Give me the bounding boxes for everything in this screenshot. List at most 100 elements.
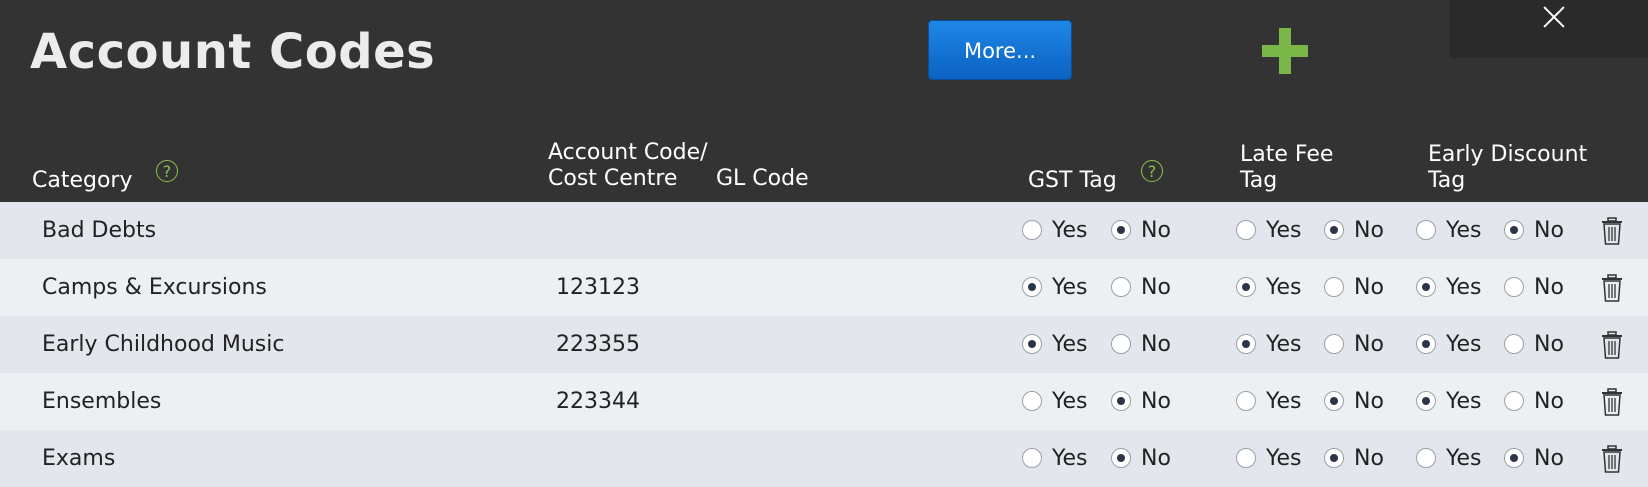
early-discount-header-line1: Early Discount	[1428, 142, 1588, 167]
gst-no-label: No	[1141, 446, 1171, 471]
late-fee-no-label: No	[1354, 446, 1384, 471]
column-header-late-fee: Late Fee Tag	[1240, 142, 1333, 194]
early-discount-no-radio[interactable]	[1504, 448, 1524, 468]
late-fee-yes-label: Yes	[1266, 332, 1302, 357]
trash-icon[interactable]	[1601, 388, 1623, 416]
account-code-cell[interactable]: 223355	[556, 316, 640, 373]
late-fee-no-radio[interactable]	[1324, 277, 1344, 297]
gst-yes-label: Yes	[1052, 275, 1088, 300]
early-discount-no-radio[interactable]	[1504, 220, 1524, 240]
late-fee-header-line1: Late Fee	[1240, 142, 1334, 167]
late-fee-no-radio[interactable]	[1324, 220, 1344, 240]
early-discount-no-label: No	[1534, 218, 1564, 243]
category-header-label: Category	[32, 168, 133, 193]
close-button[interactable]	[1450, 0, 1648, 58]
late-fee-yes-radio[interactable]	[1236, 334, 1256, 354]
early-discount-yes-radio[interactable]	[1416, 448, 1436, 468]
early-discount-yes-radio[interactable]	[1416, 277, 1436, 297]
gst-no-radio[interactable]	[1111, 448, 1131, 468]
early-discount-no-label: No	[1534, 332, 1564, 357]
late-fee-yes-radio[interactable]	[1236, 220, 1256, 240]
column-header-account-code: Account Code/ Cost Centre	[548, 140, 708, 192]
early-discount-yes-label: Yes	[1446, 332, 1482, 357]
late-fee-yes-radio[interactable]	[1236, 277, 1256, 297]
late-fee-yes-radio[interactable]	[1236, 448, 1256, 468]
late-fee-yes-label: Yes	[1266, 446, 1302, 471]
table-row: Ensembles 223344 Yes No Yes No Yes No	[0, 373, 1648, 430]
late-fee-no-radio[interactable]	[1324, 391, 1344, 411]
trash-icon[interactable]	[1601, 217, 1623, 245]
early-discount-yes-label: Yes	[1446, 218, 1482, 243]
late-fee-yes-radio[interactable]	[1236, 391, 1256, 411]
late-fee-yes-label: Yes	[1266, 389, 1302, 414]
early-discount-no-radio[interactable]	[1504, 277, 1524, 297]
early-discount-header-line2: Tag	[1428, 168, 1466, 193]
gst-yes-label: Yes	[1052, 218, 1088, 243]
gst-tag-header-label: GST Tag	[1028, 168, 1117, 193]
gl-code-header-label: GL Code	[716, 166, 809, 191]
account-code-header-line1: Account Code/	[548, 140, 708, 165]
gst-no-radio[interactable]	[1111, 334, 1131, 354]
gst-yes-radio[interactable]	[1022, 391, 1042, 411]
table-row: Camps & Excursions 123123 Yes No Yes No …	[0, 259, 1648, 316]
gst-yes-label: Yes	[1052, 332, 1088, 357]
category-cell: Ensembles	[42, 389, 162, 414]
table-row: Early Childhood Music 223355 Yes No Yes …	[0, 316, 1648, 373]
early-discount-yes-label: Yes	[1446, 275, 1482, 300]
page-title: Account Codes	[30, 24, 436, 80]
category-cell: Camps & Excursions	[42, 275, 267, 300]
help-icon[interactable]: ?	[1141, 160, 1163, 182]
gst-no-radio[interactable]	[1111, 220, 1131, 240]
column-header-early-discount: Early Discount Tag	[1428, 142, 1587, 194]
trash-icon[interactable]	[1601, 445, 1623, 473]
early-discount-no-label: No	[1534, 389, 1564, 414]
early-discount-no-label: No	[1534, 446, 1564, 471]
late-fee-no-label: No	[1354, 389, 1384, 414]
close-icon[interactable]	[1543, 5, 1565, 27]
help-icon[interactable]: ?	[156, 160, 178, 182]
gst-yes-radio[interactable]	[1022, 220, 1042, 240]
table-row: Exams Yes No Yes No Yes No	[0, 430, 1648, 487]
gst-yes-radio[interactable]	[1022, 277, 1042, 297]
early-discount-yes-radio[interactable]	[1416, 220, 1436, 240]
category-cell: Bad Debts	[42, 218, 157, 243]
gst-yes-label: Yes	[1052, 446, 1088, 471]
category-cell: Exams	[42, 446, 116, 471]
gst-no-label: No	[1141, 218, 1171, 243]
gst-no-radio[interactable]	[1111, 277, 1131, 297]
trash-icon[interactable]	[1601, 274, 1623, 302]
gst-no-label: No	[1141, 389, 1171, 414]
column-header-category: Category	[32, 168, 133, 194]
late-fee-yes-label: Yes	[1266, 275, 1302, 300]
gst-yes-radio[interactable]	[1022, 334, 1042, 354]
early-discount-no-radio[interactable]	[1504, 391, 1524, 411]
late-fee-yes-label: Yes	[1266, 218, 1302, 243]
late-fee-no-radio[interactable]	[1324, 448, 1344, 468]
account-code-cell[interactable]: 123123	[556, 259, 640, 316]
header-bar: Account Codes More... Category ? Account…	[0, 0, 1648, 202]
late-fee-header-line2: Tag	[1240, 168, 1278, 193]
trash-icon[interactable]	[1601, 331, 1623, 359]
late-fee-no-radio[interactable]	[1324, 334, 1344, 354]
category-cell: Early Childhood Music	[42, 332, 285, 357]
gst-no-label: No	[1141, 275, 1171, 300]
gst-no-radio[interactable]	[1111, 391, 1131, 411]
early-discount-yes-label: Yes	[1446, 389, 1482, 414]
plus-icon[interactable]	[1262, 28, 1308, 74]
early-discount-yes-radio[interactable]	[1416, 391, 1436, 411]
table-row: Bad Debts Yes No Yes No Yes No	[0, 202, 1648, 259]
early-discount-yes-radio[interactable]	[1416, 334, 1436, 354]
gst-yes-label: Yes	[1052, 389, 1088, 414]
account-code-header-line2: Cost Centre	[548, 166, 678, 191]
gst-yes-radio[interactable]	[1022, 448, 1042, 468]
early-discount-no-label: No	[1534, 275, 1564, 300]
gst-no-label: No	[1141, 332, 1171, 357]
late-fee-no-label: No	[1354, 332, 1384, 357]
column-header-gst-tag: GST Tag	[1028, 168, 1117, 194]
late-fee-no-label: No	[1354, 218, 1384, 243]
early-discount-no-radio[interactable]	[1504, 334, 1524, 354]
account-codes-table: Bad Debts Yes No Yes No Yes No Camps & E…	[0, 202, 1648, 487]
column-header-gl-code: GL Code	[716, 166, 809, 192]
account-code-cell[interactable]: 223344	[556, 373, 640, 430]
more-button[interactable]: More...	[928, 20, 1072, 80]
